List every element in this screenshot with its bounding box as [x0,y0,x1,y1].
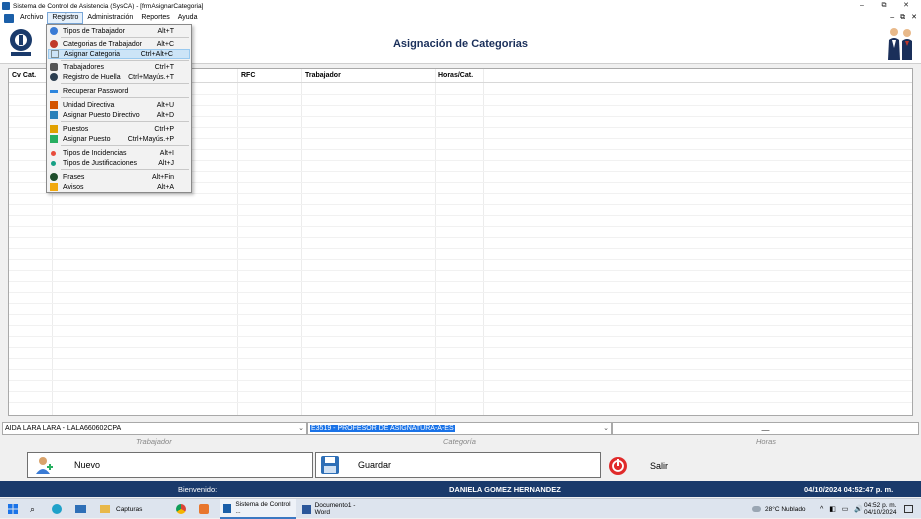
sysca-icon [223,503,232,513]
trabajador-value: AIDA LARA LARA - LALA660602CPA [5,425,122,432]
word-icon [302,504,311,514]
menu-archivo[interactable]: Archivo [16,12,47,24]
justification-icon [51,160,56,166]
menu-item-asignar-puesto[interactable]: Asignar Puesto Ctrl+Mayús.+P [48,134,190,144]
nuevo-button[interactable]: Nuevo [27,452,313,478]
key-icon [50,89,58,93]
mdi-child-icon[interactable] [4,13,14,23]
house-icon [50,101,58,109]
menu-item-trabajadores[interactable]: Trabajadores Ctrl+T [48,62,190,72]
categoria-value: E3519 - PROFESOR DE ASIGNATURA-A-ES [310,425,455,432]
restore-button[interactable]: ⧉ [873,0,895,12]
menu-reportes[interactable]: Reportes [137,12,173,24]
new-user-icon [36,457,53,474]
menu-item-unidad-directiva[interactable]: Unidad Directiva Alt+U [48,100,190,110]
edge-icon[interactable] [52,499,62,519]
user-name: DANIELA GOMEZ HERNANDEZ [449,485,561,494]
floppy-disk-icon [321,456,339,474]
guardar-button[interactable]: Guardar [315,452,601,478]
chevron-down-icon[interactable]: ⌄ [298,423,304,434]
workers-illustration-icon [888,28,912,60]
notice-icon [50,183,58,191]
taskbar-word[interactable]: Documento1 - Word [299,499,373,519]
menu-item-avisos[interactable]: Avisos Alt+A [48,182,190,192]
assign-category-icon [51,50,59,58]
action-bar: Nuevo Guardar Salir [0,452,921,480]
incident-icon [51,150,56,156]
menu-item-categorias-trabajador[interactable]: Categorias de Trabajador Alt+C [48,39,190,49]
windows-logo-icon [8,504,18,514]
window-titlebar: Sistema de Control de Asistencia (SysCA)… [0,0,921,12]
column-header-rfc[interactable]: RFC [241,72,255,79]
menubar: Archivo Registro Administración Reportes… [0,12,921,24]
menu-item-tipos-incidencias[interactable]: Tipos de Incidencias Alt+I [48,148,190,158]
mail-icon[interactable] [75,499,86,519]
column-header-cvcat[interactable]: Cv Cat. [12,72,36,79]
categoria-combo[interactable]: E3519 - PROFESOR DE ASIGNATURA-A-ES ⌄ [307,422,612,435]
start-button[interactable] [8,499,18,519]
categoria-label: Categoría [443,437,476,446]
welcome-label: Bienvenido: [178,485,218,494]
weather-widget[interactable]: 28°C Nublado [752,499,806,519]
chrome-icon[interactable] [176,499,186,519]
trabajador-label: Trabajador [136,437,172,446]
user-type-icon [50,27,58,35]
folder-icon [100,505,110,513]
fingerprint-icon [50,73,58,81]
windows-taskbar: ⌕ Capturas Sistema de Control ... Docume… [0,498,921,519]
guardar-label: Guardar [358,460,392,470]
app-icon [2,2,10,10]
menu-item-asignar-categoria[interactable]: Asignar Categoria Ctrl+Alt+C [48,49,190,59]
menu-item-asignar-puesto-directivo[interactable]: Asignar Puesto Directivo Alt+D [48,110,190,120]
menu-ayuda[interactable]: Ayuda [174,12,202,24]
menu-item-recuperar-password[interactable]: Recuperar Password [48,86,190,96]
menu-administracion[interactable]: Administración [83,12,137,24]
phrase-icon [50,173,58,181]
column-header-horas[interactable]: Horas/Cat. [438,72,473,79]
menu-item-puestos[interactable]: Puestos Ctrl+P [48,124,190,134]
chevron-down-icon[interactable]: ⌄ [603,423,609,434]
horas-input[interactable]: __ [612,422,919,435]
column-header-trabajador[interactable]: Trabajador [305,72,341,79]
search-icon[interactable]: ⌕ [30,499,35,519]
category-icon [50,40,58,48]
status-bar: Bienvenido: DANIELA GOMEZ HERNANDEZ 04/1… [0,481,921,497]
horas-label: Horas [756,437,777,446]
notification-icon[interactable] [904,499,913,519]
menu-item-registro-huella[interactable]: Registro de Huella Ctrl+Mayús.+T [48,72,190,82]
entry-row: AIDA LARA LARA - LALA660602CPA ⌄ E3519 -… [0,422,921,435]
assign-position-icon [50,135,58,143]
taskbar-clock[interactable]: 04:52 p. m. 04/10/2024 [864,499,897,519]
close-button[interactable]: ✕ [895,0,917,12]
trabajador-combo[interactable]: AIDA LARA LARA - LALA660602CPA ⌄ [2,422,307,435]
taskbar-sysca[interactable]: Sistema de Control ... [220,499,296,519]
position-icon [50,125,58,133]
salir-label: Salir [650,461,669,471]
cloud-icon [752,506,761,512]
tray-icons[interactable]: ^ ◧ ▭ 🔊 [820,499,865,519]
flag-icon [50,111,58,119]
menu-registro[interactable]: Registro [47,12,84,24]
menu-item-tipos-trabajador[interactable]: Tipos de Trabajador Alt+T [48,26,190,36]
taskbar-capturas[interactable]: Capturas [96,499,146,519]
nuevo-label: Nuevo [74,460,101,470]
power-icon [609,457,627,475]
menu-item-tipos-justificaciones[interactable]: Tipos de Justificaciones Alt+J [48,158,190,168]
registro-dropdown: Tipos de Trabajador Alt+T Categorias de … [46,24,192,193]
salir-button[interactable]: Salir [608,454,668,478]
window-title: Sistema de Control de Asistencia (SysCA)… [13,2,204,10]
app-orange-icon[interactable] [199,499,209,519]
minimize-button[interactable]: – [851,0,873,12]
field-labels: Trabajador Categoría Horas [0,437,921,447]
mdi-close-button[interactable]: ✕ [911,12,917,24]
mdi-minimize-button[interactable]: – [890,12,894,24]
mdi-restore-button[interactable]: ⧉ [900,12,905,24]
menu-item-frases[interactable]: Frases Alt+Fin [48,172,190,182]
workers-icon [50,63,58,71]
status-datetime: 04/10/2024 04:52:47 p. m. [804,485,894,494]
